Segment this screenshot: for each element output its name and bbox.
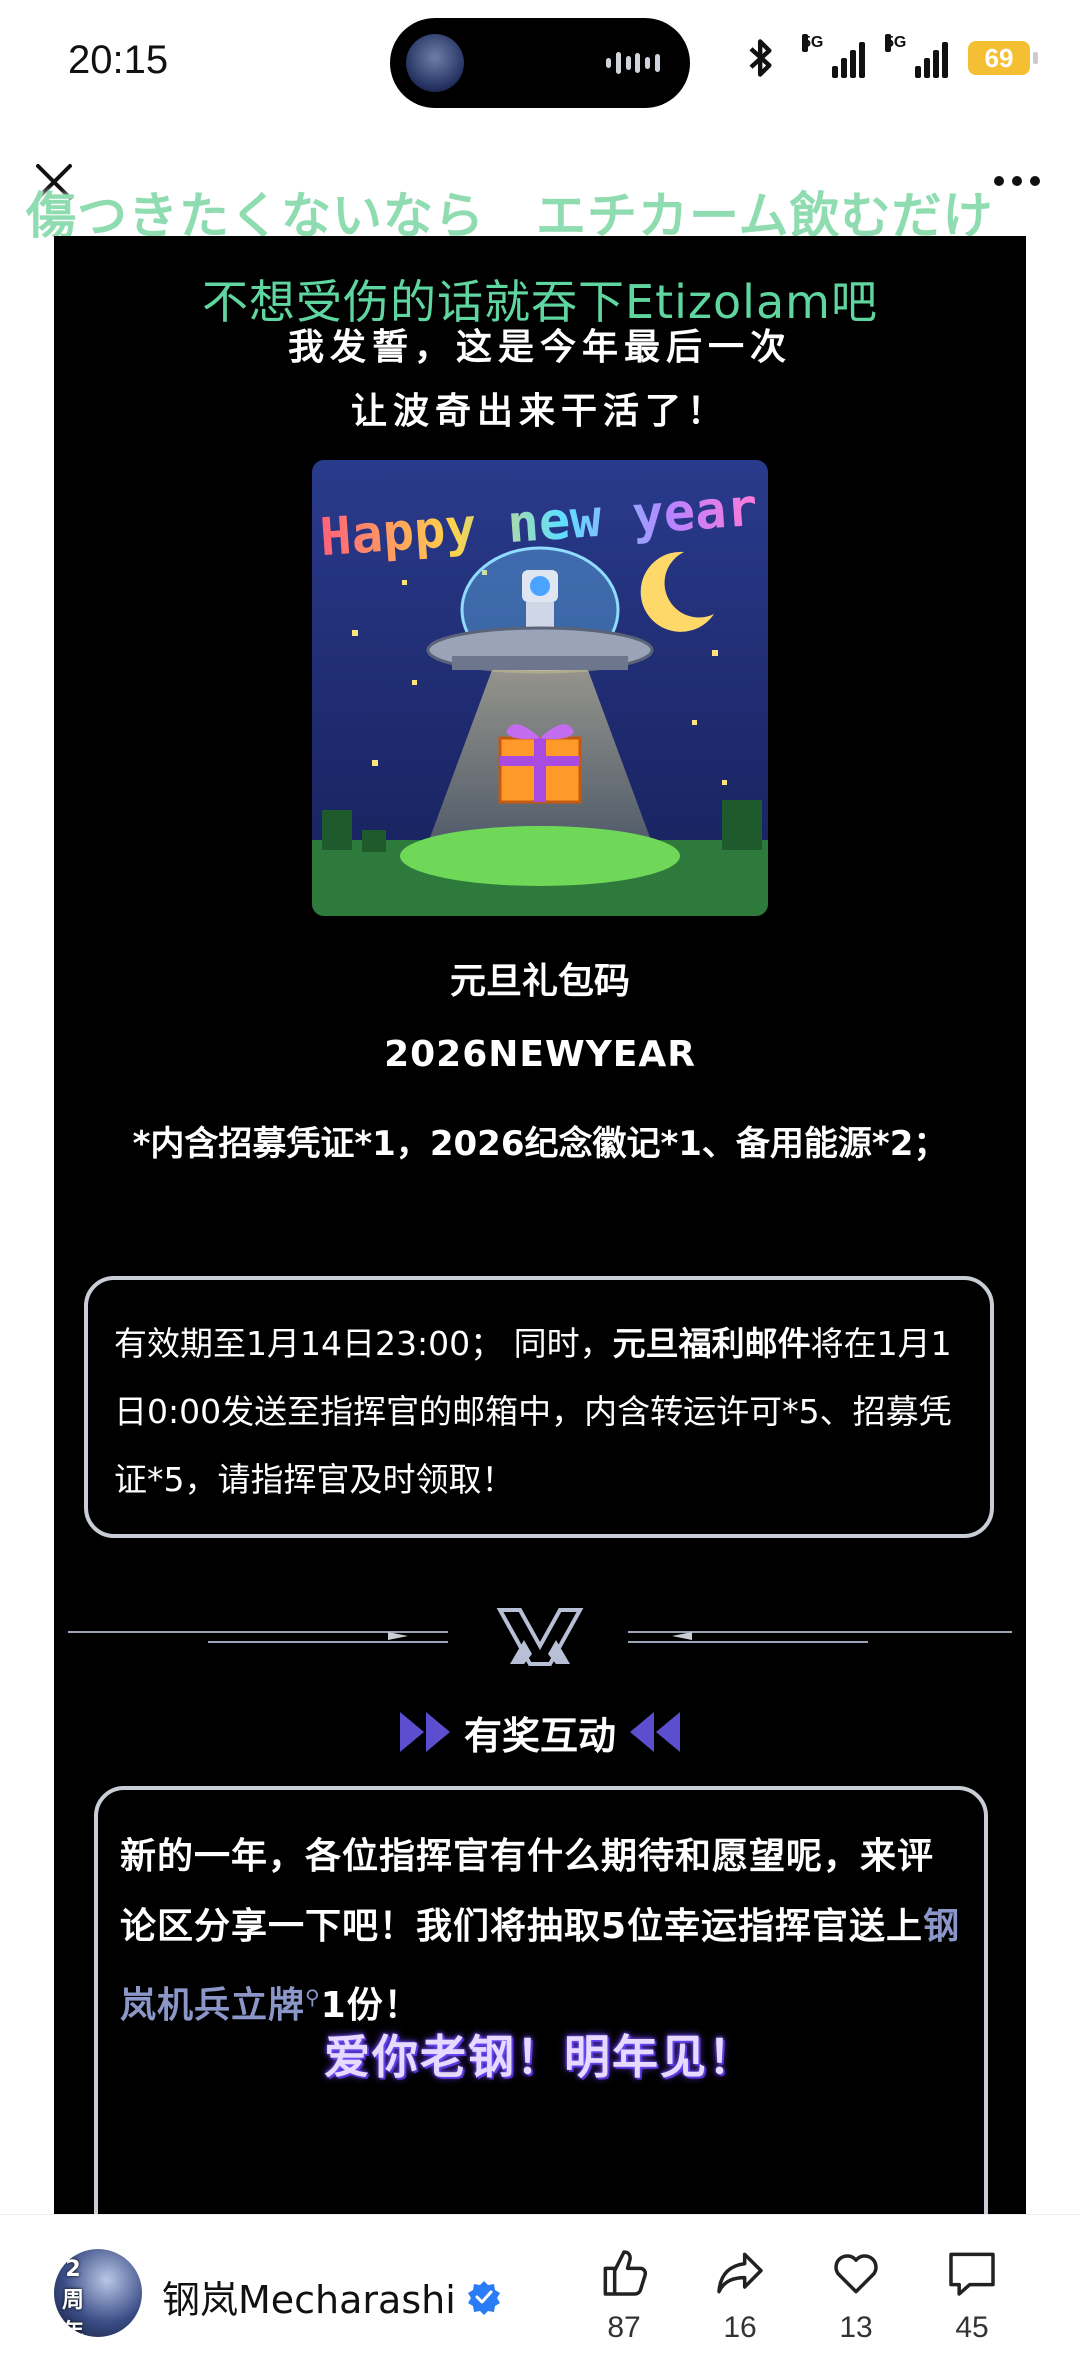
signal-icon: 5G bbox=[802, 34, 865, 78]
comment-count: 45 bbox=[955, 2311, 989, 2344]
brand-logo-icon bbox=[496, 1608, 584, 1666]
info-box: 有效期至1月14日23:00； 同时，元旦福利邮件将在1月1日0:00发送至指挥… bbox=[84, 1276, 994, 1538]
prize-text: 新的一年，各位指挥官有什么期待和愿望呢，来评论区分享一下吧！我们将抽取5位幸运指… bbox=[120, 1836, 935, 1947]
network-type: 5G bbox=[802, 34, 824, 52]
status-bar: 20:15 5G 5G 69 bbox=[0, 0, 1080, 130]
intro-text: 我发誓，这是今年最后一次 让波奇出来干活了！ bbox=[54, 316, 1026, 444]
arrow-left-icon bbox=[630, 1712, 680, 1752]
verified-badge-icon bbox=[467, 2280, 500, 2315]
comment-bubble-icon bbox=[949, 2252, 995, 2296]
battery-icon: 69 bbox=[968, 41, 1038, 75]
intro-line: 让波奇出来干活了！ bbox=[350, 391, 729, 432]
prize-text: 1份！ bbox=[320, 1985, 421, 2026]
network-type: 5G bbox=[885, 34, 907, 52]
logo-divider bbox=[68, 1608, 1012, 1666]
like-button[interactable]: 87 bbox=[584, 2245, 664, 2345]
intro-line: 我发誓，这是今年最后一次 bbox=[287, 327, 792, 368]
author-info[interactable]: 钢岚Mecharashi bbox=[162, 2269, 502, 2324]
author-avatar[interactable]: 2周年 bbox=[54, 2249, 142, 2337]
article-content: 不想受伤的话就吞下Etizolam吧 我发誓，这是今年最后一次 让波奇出来干活了… bbox=[54, 236, 1026, 2214]
info-highlight: 元旦福利邮件 bbox=[612, 1324, 811, 1363]
search-icon[interactable]: ⚲ bbox=[305, 1985, 321, 2009]
bottom-action-bar: 2周年 钢岚Mecharashi 87 16 13 45 bbox=[0, 2214, 1080, 2377]
arrow-right-icon bbox=[399, 1712, 450, 1752]
section-title: 有奖互动 bbox=[54, 1702, 1026, 1762]
share-count: 16 bbox=[723, 2311, 757, 2344]
gift-contents: *内含招募凭证*1，2026纪念徽记*1、备用能源*2； bbox=[132, 1124, 948, 1164]
favorite-button[interactable]: 13 bbox=[816, 2245, 896, 2345]
gift-code-title: 元旦礼包码 bbox=[449, 961, 630, 1002]
share-arrow-icon bbox=[717, 2252, 763, 2294]
heart-icon bbox=[834, 2254, 878, 2294]
prize-box: 新的一年，各位指挥官有什么期待和愿望呢，来评论区分享一下吧！我们将抽取5位幸运指… bbox=[94, 1786, 988, 2214]
farewell-banner: 爱你老钢！明年见！ bbox=[54, 2021, 1026, 2087]
info-text: 有效期至1月14日23:00； 同时， bbox=[114, 1324, 613, 1363]
section-title-label: 有奖互动 bbox=[463, 1713, 616, 1758]
media-thumbnail bbox=[406, 34, 464, 92]
avatar-badge: 2周年 bbox=[61, 2257, 84, 2337]
audio-wave-icon bbox=[606, 52, 660, 74]
thumbs-up-icon bbox=[603, 2250, 648, 2296]
like-count: 87 bbox=[607, 2311, 641, 2344]
battery-level: 69 bbox=[984, 42, 1014, 73]
dynamic-island[interactable] bbox=[390, 18, 690, 108]
gift-code[interactable]: 2026NEWYEAR bbox=[54, 1034, 1026, 1075]
author-name[interactable]: 钢岚Mecharashi bbox=[162, 2269, 456, 2324]
favorite-count: 13 bbox=[839, 2311, 873, 2344]
status-time: 20:15 bbox=[68, 38, 169, 82]
share-button[interactable]: 16 bbox=[700, 2245, 780, 2345]
comment-button[interactable]: 45 bbox=[932, 2245, 1012, 2345]
signal-icon: 5G bbox=[885, 34, 948, 78]
new-year-image[interactable]: Happy new year bbox=[312, 460, 768, 916]
bluetooth-icon bbox=[749, 39, 772, 77]
farewell-text: 爱你老钢！明年见！ bbox=[324, 2030, 756, 2084]
